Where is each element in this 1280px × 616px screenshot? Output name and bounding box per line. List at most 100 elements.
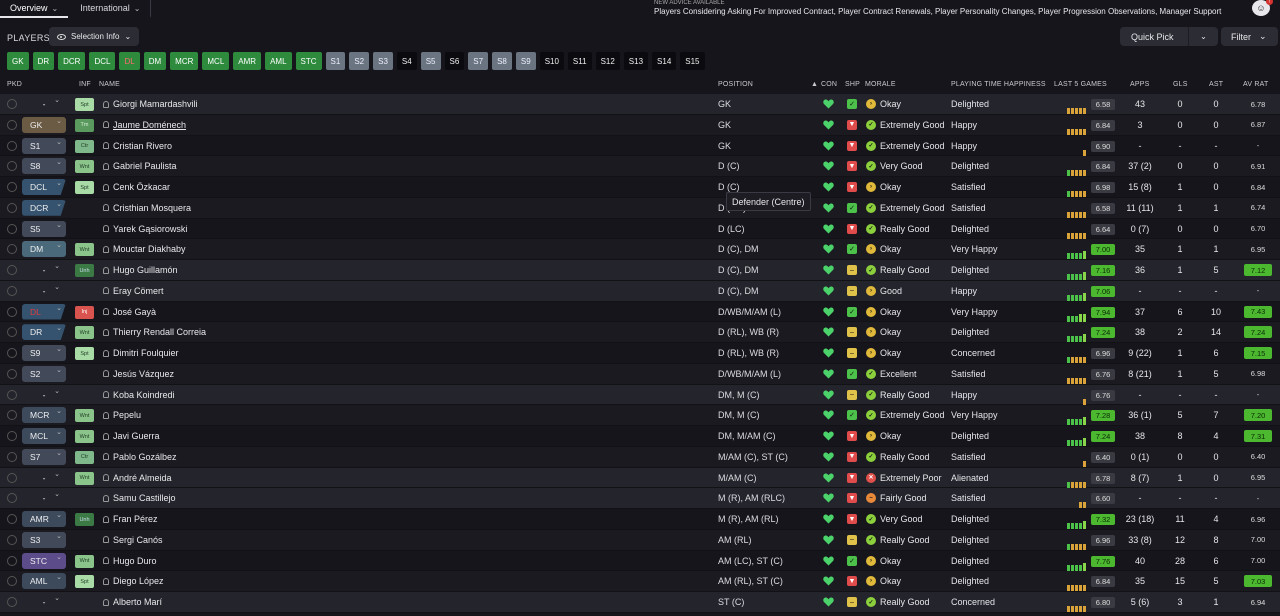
position-chip-dcl[interactable]: DCL [89,52,116,70]
pick-checkbox[interactable] [7,410,17,421]
col-gls[interactable]: GLS [1173,81,1188,88]
pick-checkbox[interactable] [7,119,17,130]
pick-checkbox[interactable] [7,306,17,317]
pkd-selector[interactable]: S7 ⌄ [22,448,66,465]
player-name[interactable]: André Almeida [103,468,172,488]
pick-checkbox[interactable] [7,99,17,109]
player-name[interactable]: Jesús Vázquez [103,364,174,384]
position-chip-s10[interactable]: S10 [539,52,564,70]
player-name[interactable]: Hugo Guillamón [103,260,178,280]
pick-checkbox[interactable] [7,389,17,400]
advice-banner[interactable]: NEW ADVICE AVAILABLE Players Considering… [648,0,1248,20]
player-name[interactable]: Eray Cömert [103,281,164,301]
player-name[interactable]: Alberto Marí [103,592,162,612]
player-name[interactable]: Fran Pérez [103,509,158,529]
pkd-selector[interactable]: - ⌄ [22,594,66,610]
pkd-selector[interactable]: - ⌄ [22,490,66,506]
pick-checkbox[interactable] [7,244,17,255]
player-name[interactable]: Diego López [103,571,164,591]
col-con[interactable]: CON [821,81,837,88]
player-name[interactable]: Dimitri Foulquier [103,343,179,363]
position-chip-s12[interactable]: S12 [595,52,620,70]
pkd-selector[interactable]: DL ⌄ [22,303,66,320]
pkd-selector[interactable]: S1 ⌄ [22,137,66,154]
table-row[interactable]: DM ⌄ Wnt Mouctar Diakhaby D (C), DM ✓ › Okay Ver… [0,239,1280,260]
pick-checkbox[interactable] [7,140,17,151]
position-chip-dr[interactable]: DR [32,52,55,70]
pick-checkbox[interactable] [7,223,17,234]
pick-checkbox[interactable] [7,597,17,607]
pkd-selector[interactable]: DCR ⌄ [22,199,66,216]
table-row[interactable]: S3 ⌄ Sergi Canós AM (RL) – ✓ Really Good Deligh… [0,529,1280,551]
col-last5[interactable]: LAST 5 GAMES [1054,81,1107,88]
position-chip-s8[interactable]: S8 [492,52,512,70]
pick-checkbox[interactable] [7,285,17,296]
position-chip-dcr[interactable]: DCR [58,52,86,70]
pick-checkbox[interactable] [7,161,17,172]
position-chip-s9[interactable]: S9 [515,52,536,70]
player-name[interactable]: Cenk Özkacar [103,177,170,197]
position-chip-stc[interactable]: STC [295,52,322,70]
position-chip-s6[interactable]: S6 [444,52,465,70]
table-row[interactable]: AMR ⌄ Unh Fran Pérez M (R), AM (RL) ▼ ✓ Very Go… [0,509,1280,530]
pkd-selector[interactable]: DR ⌄ [22,324,66,341]
table-row[interactable]: - ⌄ Unh Hugo Guillamón D (C), DM – ✓ Really Goo… [0,260,1280,281]
player-name[interactable]: Gabriel Paulista [103,156,177,176]
pick-checkbox[interactable] [7,576,17,587]
position-chip-dl[interactable]: DL [119,52,140,70]
pick-checkbox[interactable] [7,431,17,441]
pick-checkbox[interactable] [7,472,17,483]
pick-checkbox[interactable] [7,514,17,524]
pick-checkbox[interactable] [7,451,17,462]
table-row[interactable]: S8 ⌄ Wnt Gabriel Paulista D (C) ▼ ✓ Very Good De… [0,156,1280,177]
player-name[interactable]: Samu Castillejo [103,488,176,508]
position-chip-s15[interactable]: S15 [680,52,705,70]
table-row[interactable]: MCR ⌄ Wnt Pepelu DM, M (C) ✓ ✓ Extremely Good Ve… [0,405,1280,426]
position-chip-mcl[interactable]: MCL [202,52,230,70]
col-pkd[interactable]: PKD [7,81,22,88]
position-chip-amr[interactable]: AMR [233,52,262,70]
player-name[interactable]: Mouctar Diakhaby [103,239,186,259]
pkd-selector[interactable]: MCL ⌄ [22,428,66,444]
player-name[interactable]: Koba Koindredi [103,385,175,405]
table-row[interactable]: DR ⌄ Wnt Thierry Rendall Correia D (RL), WB … [0,322,1280,343]
pkd-selector[interactable]: S8 ⌄ [22,158,66,175]
manager-avatar[interactable]: ☺! [1252,0,1273,16]
pick-checkbox[interactable] [7,534,17,545]
player-name[interactable]: Javi Guerra [103,426,160,446]
table-row[interactable]: GK ⌄ Tm Jaume Doménech GK ▼ ✓ Extremely Good Hap… [0,114,1280,136]
table-row[interactable]: - ⌄ Spt Giorgi Mamardashvili GK ✓ › Okay Delight… [0,94,1280,115]
position-chip-s1[interactable]: S1 [325,52,346,70]
position-chip-s7[interactable]: S7 [468,52,489,70]
pkd-selector[interactable]: - ⌄ [22,96,66,112]
pkd-selector[interactable]: AML ⌄ [22,573,66,590]
pkd-selector[interactable]: GK ⌄ [22,116,66,133]
pkd-selector[interactable]: S2 ⌄ [22,365,66,382]
col-position[interactable]: POSITION [718,81,753,88]
pick-checkbox[interactable] [7,555,17,566]
pick-checkbox[interactable] [7,202,17,213]
pick-checkbox[interactable] [7,348,17,358]
table-row[interactable]: S7 ⌄ Ctr Pablo Gozálbez M/AM (C), ST (C) ▼ ✓ Re… [0,446,1280,468]
tab-international[interactable]: International ⌄ [70,0,152,18]
player-name[interactable]: Giorgi Mamardashvili [103,94,198,114]
pkd-selector[interactable]: DM ⌄ [22,241,66,258]
pick-checkbox[interactable] [7,493,17,504]
chevron-down-icon[interactable]: ⌄ [1188,27,1218,46]
pick-checkbox[interactable] [7,327,17,338]
player-name[interactable]: José Gayà [103,302,156,322]
col-shp[interactable]: SHP [845,81,860,88]
pkd-selector[interactable]: AMR ⌄ [22,511,66,527]
position-chip-s13[interactable]: S13 [623,52,649,70]
pkd-selector[interactable]: STC ⌄ [22,552,66,569]
table-row[interactable]: S1 ⌄ Ctr Cristian Rivero GK ▼ ✓ Extremely Good H… [0,136,1280,157]
pkd-selector[interactable]: DCL ⌄ [22,179,66,195]
table-row[interactable]: - ⌄ Wnt André Almeida M/AM (C) ▼ ✕ Extremely Po… [0,467,1280,489]
col-inf[interactable]: INF [79,81,91,88]
table-row[interactable]: - ⌄ Eray Cömert D (C), DM – › Good Happy 7.06- - -… [0,280,1280,302]
pick-checkbox[interactable] [7,182,17,192]
table-row[interactable]: DCR⌄Cristhian MosqueraD (RC)✓✓Extremely … [0,197,1280,219]
quick-pick-button[interactable]: Quick Pick ⌄ [1120,27,1218,46]
table-row[interactable]: DCL ⌄ Spt Cenk Özkacar D (C) ▼ › Okay Satisfied 6… [0,177,1280,198]
player-name[interactable]: Hugo Duro [103,551,157,571]
